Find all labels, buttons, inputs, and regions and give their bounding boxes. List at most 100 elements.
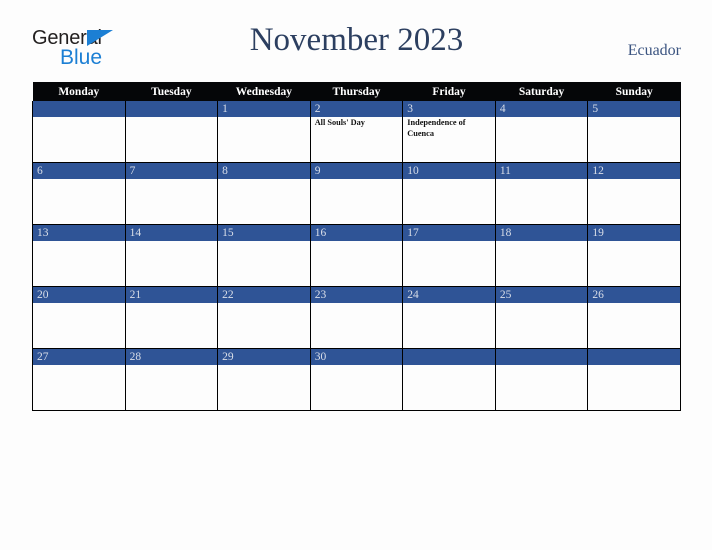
day-cell[interactable]: 3 Independence of Cuenca [402,101,496,163]
day-cell[interactable] [494,348,589,411]
country-label: Ecuador [627,42,681,59]
day-cell[interactable]: 10 [402,162,496,225]
day-number: 12 [588,163,680,179]
week-row: 6 7 8 9 10 11 12 [32,162,681,225]
day-cell[interactable]: 5 [587,101,681,163]
day-cell[interactable]: 13 [32,224,126,287]
day-cell[interactable]: 7 [124,162,219,225]
day-events [588,117,680,118]
day-events [311,179,403,180]
weekday-header-thursday: Thursday [310,82,403,101]
day-number: 13 [33,225,125,241]
day-events [496,303,588,304]
day-cell[interactable] [402,348,496,411]
day-events: Independence of Cuenca [407,118,466,138]
day-number: 1 [218,101,310,117]
day-events [33,365,125,366]
day-number: 29 [218,349,310,365]
day-number: 14 [125,225,218,241]
day-events [218,303,310,304]
day-cell[interactable]: 12 [587,162,681,225]
day-cell[interactable]: 1 [217,101,311,163]
day-cell[interactable]: 6 [32,162,126,225]
day-cell[interactable]: 28 [124,348,219,411]
day-cell[interactable]: 8 [217,162,311,225]
day-cell[interactable]: 27 [32,348,126,411]
day-events [588,241,680,242]
day-cell[interactable]: 19 [587,224,681,287]
day-cell[interactable]: 29 [217,348,311,411]
weekday-header-tuesday: Tuesday [125,82,218,101]
week-row: 13 14 15 16 17 18 19 [32,224,681,287]
weekday-header-wednesday: Wednesday [217,82,311,101]
day-cell[interactable] [587,348,681,411]
day-cell[interactable]: 16 [309,224,404,287]
day-events [588,179,680,180]
day-number: 11 [495,163,588,179]
day-events [218,365,310,366]
week-row: 1 2 All Souls' Day 3 Independence of Cuenc… [32,101,681,163]
day-events [403,365,495,366]
day-cell[interactable]: 18 [494,224,589,287]
day-events [218,179,310,180]
day-number: 22 [218,287,310,303]
day-cell[interactable]: 9 [309,162,404,225]
day-number: 25 [495,287,588,303]
day-cell[interactable]: 20 [32,286,126,349]
calendar-page: General Blue November 2023 Ecuador Monda… [0,0,712,550]
day-number [33,101,125,117]
day-events [218,117,310,118]
day-cell[interactable]: 30 [309,348,404,411]
day-number: 24 [403,287,495,303]
day-number: 28 [125,349,218,365]
day-cell[interactable]: 26 [587,286,681,349]
day-cell[interactable]: 21 [124,286,219,349]
day-events [126,179,218,180]
day-number: 4 [495,101,588,117]
day-events [218,241,310,242]
day-number: 6 [33,163,125,179]
day-events [311,303,403,304]
weekday-header-friday: Friday [402,82,496,101]
day-cell[interactable]: 22 [217,286,311,349]
day-events [311,365,403,366]
calendar-grid: Monday Tuesday Wednesday Thursday Friday… [32,82,681,411]
day-cell[interactable]: 4 [494,101,589,163]
day-number [588,349,680,365]
day-cell[interactable]: 2 All Souls' Day [309,101,404,163]
day-events [126,365,218,366]
day-cell[interactable]: 15 [217,224,311,287]
day-cell[interactable]: 17 [402,224,496,287]
day-events [126,303,218,304]
day-number [403,349,495,365]
day-number: 16 [310,225,403,241]
day-cell[interactable]: 23 [309,286,404,349]
day-events [33,179,125,180]
day-cell[interactable]: 14 [124,224,219,287]
weekday-header-saturday: Saturday [495,82,588,101]
day-cell[interactable]: 11 [494,162,589,225]
day-events [33,303,125,304]
day-events [126,241,218,242]
day-events [496,117,588,118]
day-number: 8 [218,163,310,179]
day-number: 17 [403,225,495,241]
day-events [33,117,125,118]
day-number: 2 [310,101,403,117]
day-number: 3 [403,101,495,117]
weekday-header-monday: Monday [32,82,126,101]
day-cell[interactable]: 25 [494,286,589,349]
day-number: 26 [588,287,680,303]
day-number: 20 [33,287,125,303]
day-events [588,365,680,366]
day-cell[interactable] [124,101,219,163]
day-number: 5 [588,101,680,117]
day-cell[interactable] [32,101,126,163]
day-events [496,179,588,180]
day-events [403,179,495,180]
day-cell[interactable]: 24 [402,286,496,349]
week-row: 27 28 29 30 [32,348,681,411]
day-number: 23 [310,287,403,303]
day-number: 19 [588,225,680,241]
day-events [496,365,588,366]
